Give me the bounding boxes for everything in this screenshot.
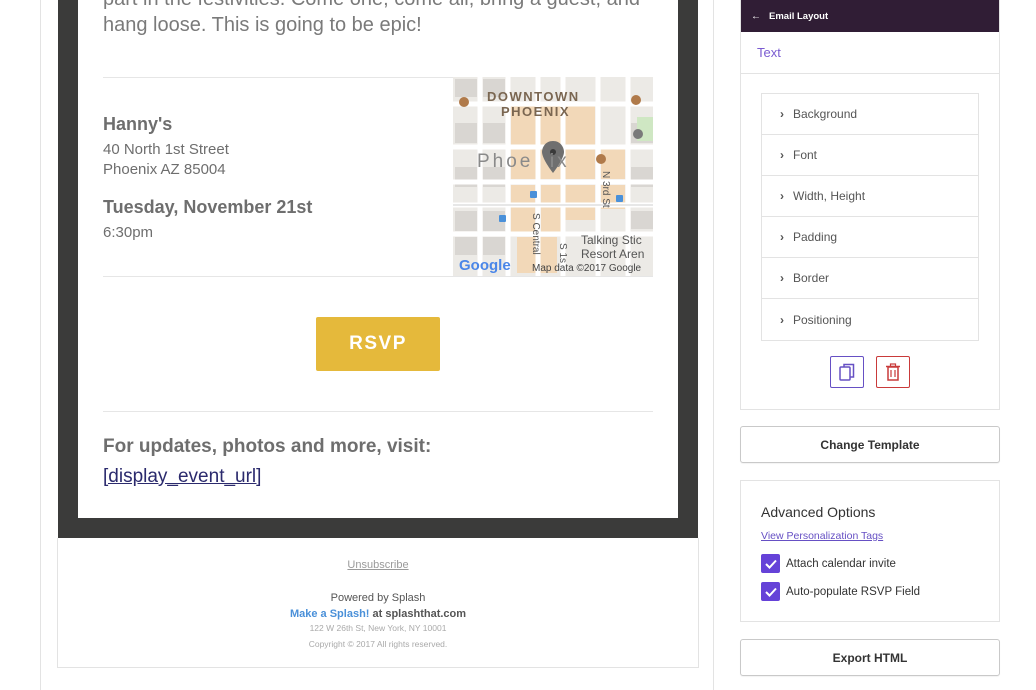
event-time[interactable]: 6:30pm [103,224,153,241]
map-label-downtown: DOWNTOWN [487,89,580,104]
chevron-right-icon: › [780,271,784,285]
property-label: Background [793,107,858,121]
property-label: Positioning [793,312,852,327]
divider [103,276,653,277]
divider [103,411,653,412]
intro-line-2: hang loose. This is going to be epic! [103,14,422,36]
chevron-right-icon: › [780,312,784,327]
attach-calendar-option[interactable]: Attach calendar invite [761,554,896,573]
make-a-splash-link[interactable]: Make a Splash! [290,608,369,620]
arrow-left-icon[interactable]: ← [751,11,761,22]
updates-text[interactable]: For updates, photos and more, visit: [103,436,431,458]
attach-calendar-checkbox[interactable] [761,554,780,573]
footer-address: 122 W 26th St, New York, NY 10001 [309,623,447,633]
map-label-phoenix-upper: PHOENIX [501,104,571,119]
change-template-button[interactable]: Change Template [740,426,1000,463]
property-width-height[interactable]: › Width, Height [762,176,978,217]
splash-domain: at splashthat.com [369,608,467,620]
make-a-splash-line: Make a Splash! at splashthat.com [57,608,699,620]
property-list: › Background › Font › Width, Height › Paddin… [761,93,979,341]
rsvp-button[interactable]: RSVP [316,317,440,371]
option-label: Auto-populate RSVP Field [786,585,921,598]
property-label: Width, Height [793,189,866,203]
intro-text[interactable]: part in the festivities. Come one, come … [103,0,663,38]
panel-title: Email Layout [769,10,829,22]
map-label-talking-stick-1: Talking Stic [581,233,642,247]
auto-populate-rsvp-checkbox[interactable] [761,582,780,601]
property-label: Padding [793,230,838,244]
property-padding[interactable]: › Padding [762,217,978,258]
powered-by: Powered by Splash [330,592,426,604]
left-border [40,0,41,690]
google-logo: Google [459,257,511,274]
event-url-link[interactable]: [display_event_url] [103,466,261,488]
export-html-button[interactable]: Export HTML [740,639,1000,676]
duplicate-button[interactable] [830,356,864,388]
property-border[interactable]: › Border [762,258,978,299]
venue-name[interactable]: Hanny's [103,114,172,135]
option-label: Attach calendar invite [786,557,896,570]
map-label-scentral: S Central [530,213,541,255]
property-background[interactable]: › Background [762,94,978,135]
map-label-phoenix: Phoe ix [477,151,570,172]
map-label-s1: S 1s [557,243,568,264]
delete-button[interactable] [876,356,910,388]
address-line-1[interactable]: 40 North 1st Street [103,141,229,158]
divider [741,73,999,74]
property-positioning[interactable]: › Positioning [762,299,978,340]
property-font[interactable]: › Font [762,135,978,176]
event-date[interactable]: Tuesday, November 21st [103,197,312,218]
map-label-n3rd: N 3rd St [600,171,611,208]
chevron-right-icon: › [780,148,784,162]
intro-line-1: part in the festivities. Come one, come … [103,0,663,12]
panel-header[interactable]: ← Email Layout [741,0,999,32]
chevron-right-icon: › [780,189,784,203]
event-map[interactable]: DOWNTOWN PHOENIX Phoe ix N 3rd St S Cent… [453,77,653,276]
check-icon [764,587,777,597]
trash-icon [886,363,900,381]
chevron-right-icon: › [780,230,784,244]
map-attribution: Map data ©2017 Google [532,263,642,274]
property-label: Font [793,148,818,162]
property-label: Border [793,271,830,285]
unsubscribe-link[interactable]: Unsubscribe [57,559,699,571]
email-editor: part in the festivities. Come one, come … [0,0,1036,690]
auto-populate-rsvp-option[interactable]: Auto-populate RSVP Field [761,582,920,601]
footer-copyright: Copyright © 2017 All rights reserved. [308,639,448,649]
panel-divider [713,0,714,690]
address-line-2[interactable]: Phoenix AZ 85004 [103,161,226,178]
divider [103,77,453,78]
map-label-talking-stick-2: Resort Aren [581,247,645,261]
panel-section-title: Text [757,45,781,60]
copy-icon [839,363,855,381]
chevron-right-icon: › [780,107,784,121]
check-icon [764,559,777,569]
advanced-options-title: Advanced Options [761,504,876,520]
personalization-tags-link[interactable]: View Personalization Tags [761,530,883,542]
